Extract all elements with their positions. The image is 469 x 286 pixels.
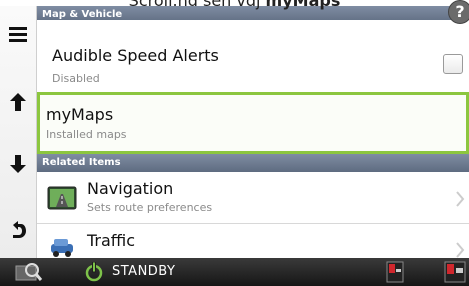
row-subtitle: Sets route preferences	[87, 201, 213, 214]
mymaps-row[interactable]: myMaps Installed maps	[37, 92, 469, 154]
help-label: ?	[455, 2, 465, 21]
bottom-status-bar: STANDBY	[0, 258, 469, 286]
back-button[interactable]	[0, 212, 36, 248]
left-nav-rail	[0, 6, 37, 258]
scroll-down-button[interactable]	[0, 146, 36, 182]
navigation-settings-icon	[47, 186, 77, 210]
row-title: Audible Speed Alerts	[52, 46, 219, 65]
section-header-related-items: Related Items	[37, 154, 469, 172]
map-search-icon[interactable]	[14, 260, 44, 284]
help-icon[interactable]: ?	[448, 0, 469, 24]
settings-list: Map & Vehicle Audible Speed Alerts Disab…	[37, 6, 469, 258]
arrow-down-icon	[10, 155, 26, 173]
back-arrow-icon	[13, 221, 26, 238]
chevron-right-icon	[456, 191, 465, 207]
menu-button[interactable]	[0, 16, 36, 52]
device-indicator-icon[interactable]	[444, 261, 466, 283]
audible-alerts-checkbox[interactable]	[443, 54, 463, 74]
hamburger-menu-icon	[9, 27, 27, 42]
row-subtitle: Installed maps	[46, 128, 127, 141]
device-indicator-icon[interactable]	[386, 261, 404, 283]
row-subtitle: Disabled	[52, 72, 100, 85]
scroll-up-button[interactable]	[0, 84, 36, 120]
row-title: myMaps	[46, 105, 114, 124]
navigation-row[interactable]: Navigation Sets route preferences	[37, 172, 469, 224]
audible-speed-alerts-row[interactable]: Audible Speed Alerts Disabled	[37, 20, 469, 93]
arrow-up-icon	[10, 93, 26, 111]
traffic-icon	[51, 239, 73, 257]
row-title: Traffic	[87, 231, 136, 250]
row-title: Navigation	[87, 179, 174, 198]
caption-text: Scroll.nd seh vdj myMaps	[0, 0, 469, 10]
screenshot-caption: Scroll.nd seh vdj myMaps	[0, 0, 469, 10]
caption-prefix: Scroll.nd seh vdj	[128, 0, 266, 10]
traffic-row[interactable]: Traffic	[37, 224, 469, 258]
caption-emphasis: myMaps	[265, 0, 341, 10]
power-icon[interactable]	[84, 262, 104, 282]
standby-label: STANDBY	[112, 264, 176, 279]
chevron-right-icon	[456, 242, 465, 258]
